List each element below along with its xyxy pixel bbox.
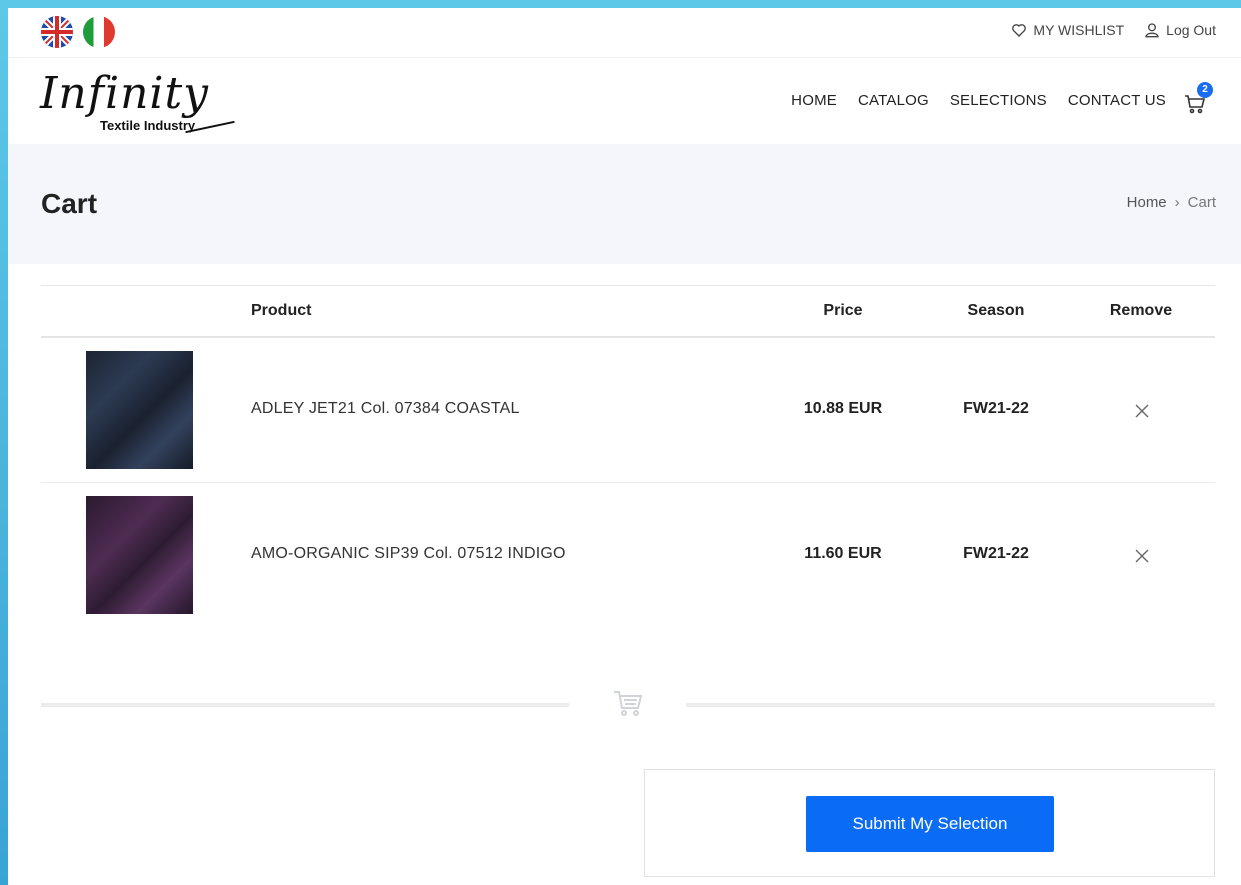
cart-count-badge: 2 [1197,82,1213,98]
breadcrumb-current: Cart [1187,194,1216,211]
heart-icon [1012,24,1027,37]
product-thumbnail[interactable] [86,351,193,469]
header-remove: Remove [1109,302,1173,319]
logo-name: Infinity [40,68,210,119]
product-season: FW21-22 [963,400,1029,417]
divider-line [686,703,1215,707]
nav-contact-us[interactable]: CONTACT US [1068,92,1166,109]
nav-selections[interactable]: SELECTIONS [950,92,1047,109]
product-name[interactable]: ADLEY JET21 Col. 07384 COASTAL [251,400,520,418]
remove-icon[interactable] [1133,402,1151,420]
cart-divider-icon [614,691,643,716]
product-price: 10.88 EUR [803,400,883,417]
uk-flag-icon[interactable] [41,16,73,48]
site-header: Infinity Textile Industry HOME CATALOG S… [8,58,1241,144]
breadcrumb-separator: › [1174,194,1180,211]
product-name[interactable]: AMO-ORGANIC SIP39 Col. 07512 INDIGO [251,545,566,563]
product-season: FW21-22 [963,545,1029,562]
submit-selection-button[interactable]: Submit My Selection [806,796,1054,852]
page-title: Cart [41,188,98,219]
page-title-band: Cart Home › Cart [8,144,1241,264]
remove-icon[interactable] [1133,547,1151,565]
wishlist-link[interactable]: MY WISHLIST [1011,22,1124,38]
cart-table: Product Price Season Remove ADLEY JET21 … [41,285,1215,628]
account-links: MY WISHLIST Log Out [1011,22,1216,38]
breadcrumb: Home › Cart [1127,194,1216,211]
table-header: Product Price Season Remove [41,285,1215,338]
italy-flag-icon[interactable] [83,16,115,48]
table-row: ADLEY JET21 Col. 07384 COASTAL 10.88 EUR… [41,338,1215,483]
header-season: Season [967,302,1025,319]
header-product: Product [251,302,312,319]
product-price: 11.60 EUR [804,545,882,562]
header-price: Price [823,302,863,319]
logout-link[interactable]: Log Out [1144,22,1216,38]
main-nav: HOME CATALOG SELECTIONS CONTACT US [791,92,1166,109]
logout-label: Log Out [1166,22,1216,38]
nav-catalog[interactable]: CATALOG [858,92,929,109]
wishlist-label: MY WISHLIST [1033,22,1125,38]
table-row: AMO-ORGANIC SIP39 Col. 07512 INDIGO 11.6… [41,483,1215,628]
top-bar: MY WISHLIST Log Out [8,8,1241,58]
section-divider [41,691,1215,716]
user-icon [1145,23,1159,38]
breadcrumb-home[interactable]: Home [1127,194,1167,211]
nav-home[interactable]: HOME [791,92,837,109]
divider-line [41,703,569,707]
page: MY WISHLIST Log Out Infinity Textile Ind… [8,8,1241,885]
product-thumbnail[interactable] [86,496,193,614]
cart-button[interactable]: 2 [1183,82,1213,114]
logo-tagline: Textile Industry [100,118,196,133]
submit-panel: Submit My Selection [644,769,1215,877]
logo[interactable]: Infinity Textile Industry [40,68,240,138]
